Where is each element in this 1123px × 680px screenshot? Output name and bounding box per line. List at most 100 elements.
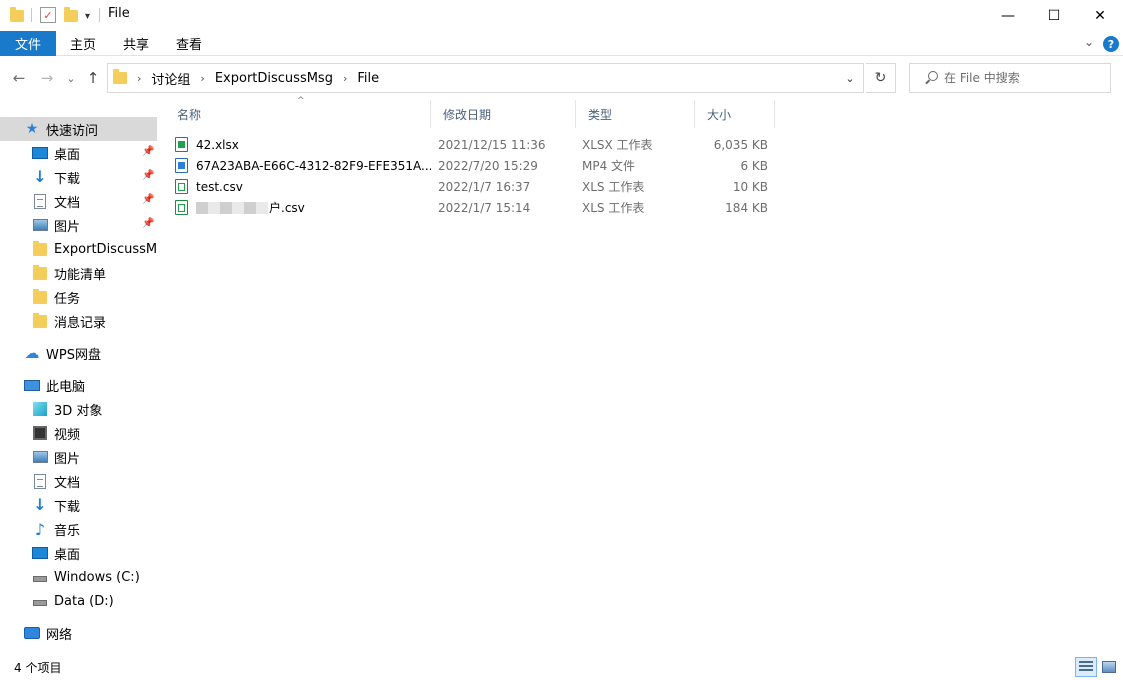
title-separator bbox=[99, 8, 100, 22]
sidebar-item-label: 文档 bbox=[54, 195, 81, 211]
customize-toolbar-icon[interactable]: ▾ bbox=[85, 6, 90, 26]
redacted-text bbox=[196, 201, 268, 214]
desktop-icon bbox=[32, 145, 48, 161]
sidebar-item-pc-desktop[interactable]: 桌面 bbox=[0, 541, 157, 565]
desktop-icon bbox=[32, 545, 48, 561]
breadcrumb-item[interactable]: 讨论组 bbox=[151, 69, 190, 88]
breadcrumb-item[interactable]: File bbox=[357, 71, 379, 86]
mp4-file-icon bbox=[175, 158, 188, 173]
address-bar[interactable]: › 讨论组 › ExportDiscussMsg › File ⌄ bbox=[107, 63, 864, 93]
file-type: XLSX 工作表 bbox=[582, 138, 653, 152]
column-header-size[interactable]: 大小 bbox=[695, 100, 775, 128]
navigation-pane[interactable]: ★ 快速访问 桌面 📌 ↓ 下载 📌 文档 📌 图片 📌 ExportDiscu… bbox=[0, 100, 157, 655]
up-button[interactable]: ↑ bbox=[84, 67, 102, 89]
column-header-date[interactable]: 修改日期 bbox=[431, 100, 576, 128]
file-type: XLS 工作表 bbox=[582, 201, 645, 215]
file-row[interactable]: 户.csv 2022/1/7 15:14 XLS 工作表 184 KB bbox=[175, 197, 775, 218]
chevron-down-icon[interactable]: ⌄ bbox=[837, 64, 863, 92]
file-name-cell[interactable]: 户.csv bbox=[175, 197, 431, 218]
details-view-button[interactable] bbox=[1075, 657, 1097, 677]
file-date: 2022/7/20 15:29 bbox=[438, 158, 538, 173]
file-name-cell[interactable]: test.csv bbox=[175, 176, 431, 197]
file-name-cell[interactable]: 67A23ABA-E66C-4312-82F9-EFE351A... bbox=[175, 155, 431, 176]
help-icon[interactable]: ? bbox=[1103, 36, 1119, 52]
search-box[interactable] bbox=[909, 63, 1111, 93]
recent-locations-button[interactable]: ⌄ bbox=[64, 67, 78, 89]
navigation-bar: ← → ⌄ ↑ › 讨论组 › ExportDiscussMsg › File … bbox=[0, 57, 1123, 99]
pin-icon[interactable]: 📌 bbox=[142, 170, 154, 181]
sidebar-item-quick-access[interactable]: ★ 快速访问 bbox=[0, 117, 157, 141]
large-icons-view-icon bbox=[1102, 661, 1116, 673]
sidebar-item-label: ExportDiscussMsg bbox=[54, 241, 157, 257]
close-button[interactable]: ✕ bbox=[1077, 0, 1123, 31]
sidebar-item-label: 图片 bbox=[54, 451, 81, 467]
sidebar-item-documents[interactable]: 文档 📌 bbox=[0, 189, 157, 213]
sidebar-item-pc-pictures[interactable]: 图片 bbox=[0, 445, 157, 469]
minimize-button[interactable]: — bbox=[985, 0, 1031, 31]
sidebar-item-label: Windows (C:) bbox=[54, 569, 140, 585]
file-row[interactable]: 67A23ABA-E66C-4312-82F9-EFE351A... 2022/… bbox=[175, 155, 775, 176]
tab-view[interactable]: 查看 bbox=[176, 31, 202, 56]
sidebar-item-label: WPS网盘 bbox=[46, 347, 101, 363]
back-button[interactable]: ← bbox=[10, 67, 28, 89]
pin-icon[interactable]: 📌 bbox=[142, 218, 154, 229]
breadcrumb-separator[interactable]: › bbox=[200, 72, 204, 85]
sidebar-item-label: 图片 bbox=[54, 219, 81, 235]
sidebar-item-label: 3D 对象 bbox=[54, 403, 103, 419]
details-view-icon bbox=[1079, 661, 1093, 673]
sidebar-item-pictures[interactable]: 图片 📌 bbox=[0, 213, 157, 237]
large-icons-view-button[interactable] bbox=[1098, 657, 1120, 677]
item-count: 4 个项目 bbox=[14, 661, 62, 675]
sidebar-item-videos[interactable]: 视频 bbox=[0, 421, 157, 445]
sidebar-item-drive-c[interactable]: Windows (C:) bbox=[0, 565, 157, 589]
sidebar-item-desktop[interactable]: 桌面 📌 bbox=[0, 141, 157, 165]
sidebar-item-network[interactable]: 网络 bbox=[0, 621, 157, 645]
column-header-name[interactable]: 名称 bbox=[165, 100, 431, 128]
breadcrumb-separator[interactable]: › bbox=[343, 72, 347, 85]
csv-file-icon bbox=[175, 179, 188, 194]
tab-home[interactable]: 主页 bbox=[70, 31, 96, 56]
sidebar-item-label: 文档 bbox=[54, 475, 81, 491]
sidebar-item-music[interactable]: ♪ 音乐 bbox=[0, 517, 157, 541]
sidebar-item-feature-list[interactable]: 功能清单 bbox=[0, 261, 157, 285]
breadcrumb-separator[interactable]: › bbox=[137, 72, 141, 85]
file-name: 户.csv bbox=[269, 201, 305, 215]
breadcrumb-item[interactable]: ExportDiscussMsg bbox=[215, 71, 333, 86]
sidebar-item-this-pc[interactable]: 此电脑 bbox=[0, 373, 157, 397]
file-row[interactable]: test.csv 2022/1/7 16:37 XLS 工作表 10 KB bbox=[175, 176, 775, 197]
sidebar-item-pc-documents[interactable]: 文档 bbox=[0, 469, 157, 493]
pin-icon[interactable]: 📌 bbox=[142, 146, 154, 157]
file-name: 67A23ABA-E66C-4312-82F9-EFE351A... bbox=[196, 158, 431, 173]
network-icon bbox=[24, 625, 40, 641]
properties-icon[interactable]: ✓ bbox=[40, 7, 56, 23]
maximize-button[interactable]: ☐ bbox=[1031, 0, 1077, 31]
sidebar-item-label: 此电脑 bbox=[46, 379, 86, 395]
tab-file[interactable]: 文件 bbox=[0, 31, 56, 56]
sidebar-item-label: 网络 bbox=[46, 627, 73, 643]
sidebar-item-tasks[interactable]: 任务 bbox=[0, 285, 157, 309]
file-size: 6 KB bbox=[740, 158, 768, 173]
search-icon bbox=[924, 71, 938, 85]
file-type: MP4 文件 bbox=[582, 159, 636, 173]
file-size: 184 KB bbox=[725, 200, 768, 215]
forward-button[interactable]: → bbox=[38, 67, 56, 89]
sidebar-item-exportdiscussmsg[interactable]: ExportDiscussMsg bbox=[0, 237, 157, 261]
sidebar-item-3d-objects[interactable]: 3D 对象 bbox=[0, 397, 157, 421]
file-name-cell[interactable]: 42.xlsx bbox=[175, 134, 431, 155]
sidebar-item-message-records[interactable]: 消息记录 bbox=[0, 309, 157, 333]
file-row[interactable]: 42.xlsx 2021/12/15 11:36 XLSX 工作表 6,035 … bbox=[175, 134, 775, 155]
search-input[interactable] bbox=[944, 71, 1104, 85]
refresh-button[interactable]: ↻ bbox=[866, 63, 896, 93]
drive-icon bbox=[32, 569, 48, 585]
sidebar-item-wps-cloud[interactable]: ☁ WPS网盘 bbox=[0, 341, 157, 365]
column-header-type[interactable]: 类型 bbox=[576, 100, 695, 128]
sidebar-item-downloads[interactable]: ↓ 下载 📌 bbox=[0, 165, 157, 189]
sidebar-item-pc-downloads[interactable]: ↓ 下载 bbox=[0, 493, 157, 517]
new-folder-icon[interactable] bbox=[64, 6, 78, 26]
pin-icon[interactable]: 📌 bbox=[142, 194, 154, 205]
sidebar-item-drive-d[interactable]: Data (D:) bbox=[0, 589, 157, 613]
expand-ribbon-icon[interactable]: ⌄ bbox=[1084, 35, 1094, 49]
file-date: 2022/1/7 16:37 bbox=[438, 179, 531, 194]
tab-share[interactable]: 共享 bbox=[123, 31, 149, 56]
file-list[interactable]: ^ 名称 修改日期 类型 大小 42.xlsx 2021/12/15 11:36… bbox=[165, 96, 1123, 655]
